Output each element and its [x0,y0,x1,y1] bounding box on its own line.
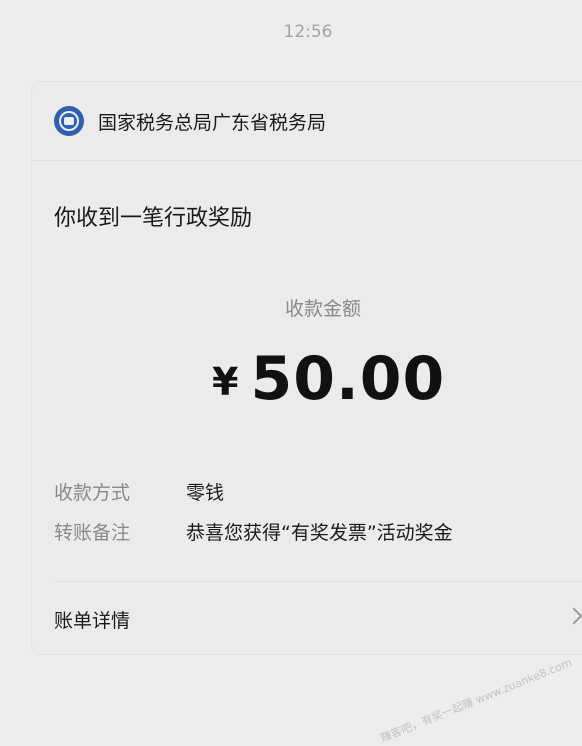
watermark: 赚客吧，有奖一起赚 www.zuanke8.com [378,654,574,746]
amount-display: ¥ 50.00 [212,344,445,414]
tax-bureau-logo-icon [54,106,84,136]
currency-symbol: ¥ [212,360,238,404]
amount-label: 收款金额 [32,294,582,321]
bill-details-label: 账单详情 [54,606,130,633]
amount-value: 50.00 [250,344,445,414]
transfer-note-label: 转账备注 [54,518,186,545]
payment-card[interactable]: 国家税务总局广东省税务局 你收到一笔行政奖励 收款金额 ¥ 50.00 收款方式… [32,82,582,654]
payment-method-row: 收款方式 零钱 [54,478,224,505]
message-timestamp: 12:56 [0,22,582,42]
bill-details-link[interactable]: 账单详情 [32,582,582,654]
chevron-right-icon [566,608,582,625]
card-header[interactable]: 国家税务总局广东省税务局 [32,82,582,161]
transfer-note-row: 转账备注 恭喜您获得“有奖发票”活动奖金 [54,518,453,545]
sender-name: 国家税务总局广东省税务局 [98,108,326,135]
transfer-note-value: 恭喜您获得“有奖发票”活动奖金 [186,518,453,545]
payment-method-label: 收款方式 [54,478,186,505]
card-title: 你收到一笔行政奖励 [54,200,252,232]
payment-method-value: 零钱 [186,478,224,505]
